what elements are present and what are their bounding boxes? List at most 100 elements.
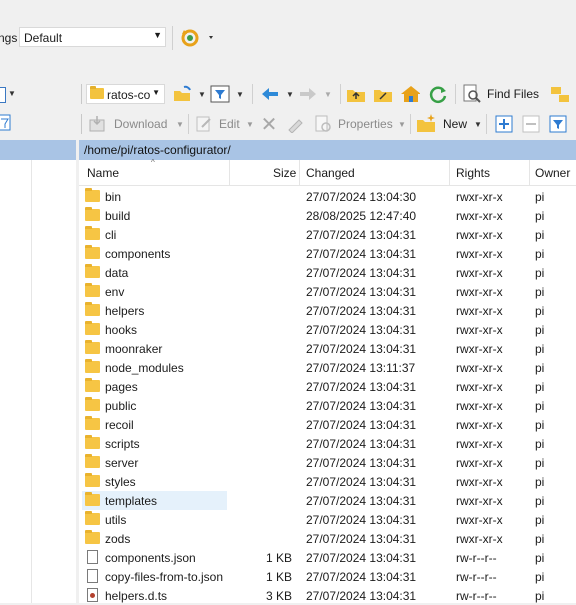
file-name-cell[interactable]: hooks	[82, 320, 227, 339]
file-row[interactable]: server 27/07/2024 13:04:31 rwxr-xr-x pi	[79, 453, 576, 472]
file-rights: rwxr-xr-x	[456, 342, 503, 356]
file-changed: 27/07/2024 13:04:31	[306, 304, 417, 318]
properties-button[interactable]: Properties	[338, 117, 393, 131]
file-row[interactable]: node_modules 27/07/2024 13:11:37 rwxr-xr-x…	[79, 358, 576, 377]
unselect-files-button[interactable]	[521, 114, 541, 134]
file-rights: rwxr-xr-x	[456, 532, 503, 546]
toolbar-separator	[486, 114, 487, 134]
forward-button[interactable]	[298, 84, 318, 104]
root-directory-button[interactable]	[373, 84, 393, 104]
file-size: 1 KB	[265, 570, 292, 584]
file-name-cell[interactable]: recoil	[82, 415, 227, 434]
file-row[interactable]: recoil 27/07/2024 13:04:31 rwxr-xr-x pi	[79, 415, 576, 434]
file-row[interactable]: bin 27/07/2024 13:04:30 rwxr-xr-x pi	[79, 187, 576, 206]
refresh-button[interactable]	[428, 84, 448, 104]
file-name-cell[interactable]: bin	[82, 187, 227, 206]
select-files-button[interactable]	[494, 114, 514, 134]
file-row[interactable]: utils 27/07/2024 13:04:31 rwxr-xr-x pi	[79, 510, 576, 529]
edit-button[interactable]: Edit	[219, 117, 240, 131]
file-row[interactable]: zods 27/07/2024 13:04:31 rwxr-xr-x pi	[79, 529, 576, 548]
chevron-down-icon[interactable]: ▼	[176, 120, 184, 129]
chevron-down-icon[interactable]: ▼	[474, 120, 482, 129]
file-name-cell[interactable]: scripts	[82, 434, 227, 453]
new-button[interactable]: New	[443, 117, 467, 131]
file-name-cell[interactable]: copy-files-from-to.json	[82, 567, 227, 586]
file-changed: 27/07/2024 13:04:31	[306, 475, 417, 489]
chevron-down-icon[interactable]: ▼	[246, 120, 254, 129]
file-size: 1 KB	[265, 551, 292, 565]
file-row[interactable]: helpers.d.ts 3 KB 27/07/2024 13:04:31 rw-r-…	[79, 586, 576, 605]
file-name-cell[interactable]: components.json	[82, 548, 227, 567]
file-name-cell[interactable]: pages	[82, 377, 227, 396]
file-name-cell[interactable]: build	[82, 206, 227, 225]
tree-toggle-button[interactable]	[550, 84, 570, 104]
download-button[interactable]: Download	[114, 117, 167, 131]
back-button[interactable]	[260, 84, 280, 104]
file-name-cell[interactable]: server	[82, 453, 227, 472]
file-owner: pi	[535, 494, 545, 508]
file-row[interactable]: copy-files-from-to.json 1 KB 27/07/2024 13…	[79, 567, 576, 586]
chevron-down-icon[interactable]: ▼	[198, 90, 206, 99]
filter-files-button[interactable]	[548, 114, 568, 134]
transfer-settings-select[interactable]: Default ▼	[19, 27, 166, 47]
file-row[interactable]: templates 27/07/2024 13:04:31 rwxr-xr-x pi	[79, 491, 576, 510]
file-name-cell[interactable]: helpers.d.ts	[82, 586, 227, 605]
open-directory-button[interactable]	[172, 84, 192, 104]
file-row[interactable]: styles 27/07/2024 13:04:31 rwxr-xr-x pi	[79, 472, 576, 491]
column-header-rights[interactable]: Rights	[456, 166, 490, 180]
file-row[interactable]: components 27/07/2024 13:04:31 rwxr-xr-x pi	[79, 244, 576, 263]
file-name-cell[interactable]: zods	[82, 529, 227, 548]
chevron-down-icon[interactable]: ▼	[286, 90, 294, 99]
file-row[interactable]: hooks 27/07/2024 13:04:31 rwxr-xr-x pi	[79, 320, 576, 339]
folder-icon	[85, 302, 100, 316]
rename-button[interactable]	[286, 114, 306, 134]
file-name-cell[interactable]: public	[82, 396, 227, 415]
delete-button[interactable]: ✕	[259, 114, 279, 136]
home-icon	[401, 86, 420, 102]
left-toolbar-partial-2[interactable]	[0, 114, 14, 134]
chevron-down-icon[interactable]: ▼	[236, 90, 244, 99]
column-header-owner[interactable]: Owner	[535, 166, 570, 180]
open-folder-icon	[174, 85, 191, 101]
file-name-cell[interactable]: templates	[82, 491, 227, 510]
file-name-cell[interactable]: styles	[82, 472, 227, 491]
find-files-icon-button[interactable]	[462, 84, 482, 104]
file-name-cell[interactable]: node_modules	[82, 358, 227, 377]
find-files-button[interactable]: Find Files	[487, 87, 539, 101]
file-row[interactable]: helpers 27/07/2024 13:04:31 rwxr-xr-x pi	[79, 301, 576, 320]
file-name-cell[interactable]: cli	[82, 225, 227, 244]
file-row[interactable]: components.json 1 KB 27/07/2024 13:04:31 rw…	[79, 548, 576, 567]
file-owner: pi	[535, 589, 545, 603]
local-file-list[interactable]	[0, 160, 76, 603]
file-row[interactable]: cli 27/07/2024 13:04:31 rwxr-xr-x pi	[79, 225, 576, 244]
file-name-cell[interactable]: moonraker	[82, 339, 227, 358]
file-name-cell[interactable]: components	[82, 244, 227, 263]
file-owner: pi	[535, 513, 545, 527]
parent-directory-button[interactable]	[346, 84, 366, 104]
chevron-down-icon[interactable]: ▼	[398, 120, 406, 129]
path-combo[interactable]: ratos-co ▼	[86, 84, 165, 104]
file-name-cell[interactable]: helpers	[82, 301, 227, 320]
file-name: build	[105, 209, 131, 223]
column-header-name[interactable]: Name	[87, 166, 119, 180]
left-toolbar-partial[interactable]: ▼	[0, 84, 16, 104]
toolbar-separator	[188, 114, 189, 134]
file-name: helpers.d.ts	[105, 589, 168, 603]
file-row[interactable]: data 27/07/2024 13:04:31 rwxr-xr-x pi	[79, 263, 576, 282]
file-name-cell[interactable]: env	[82, 282, 227, 301]
column-header-size[interactable]: Size	[273, 166, 296, 180]
filter-button[interactable]	[210, 84, 230, 104]
file-row[interactable]: scripts 27/07/2024 13:04:31 rwxr-xr-x pi	[79, 434, 576, 453]
chevron-down-icon[interactable]: ▼	[324, 90, 332, 99]
sync-browsing-button[interactable]	[178, 26, 218, 50]
column-header-changed[interactable]: Changed	[306, 166, 355, 180]
file-row[interactable]: build 28/08/2025 12:47:40 rwxr-xr-x pi	[79, 206, 576, 225]
remote-file-list[interactable]: ^ Name Size Changed Rights Owner bin 27/0…	[79, 158, 576, 605]
file-row[interactable]: pages 27/07/2024 13:04:31 rwxr-xr-x pi	[79, 377, 576, 396]
file-row[interactable]: env 27/07/2024 13:04:31 rwxr-xr-x pi	[79, 282, 576, 301]
file-row[interactable]: public 27/07/2024 13:04:31 rwxr-xr-x pi	[79, 396, 576, 415]
file-name-cell[interactable]: data	[82, 263, 227, 282]
file-name-cell[interactable]: utils	[82, 510, 227, 529]
file-row[interactable]: moonraker 27/07/2024 13:04:31 rwxr-xr-x pi	[79, 339, 576, 358]
home-directory-button[interactable]	[400, 84, 420, 104]
